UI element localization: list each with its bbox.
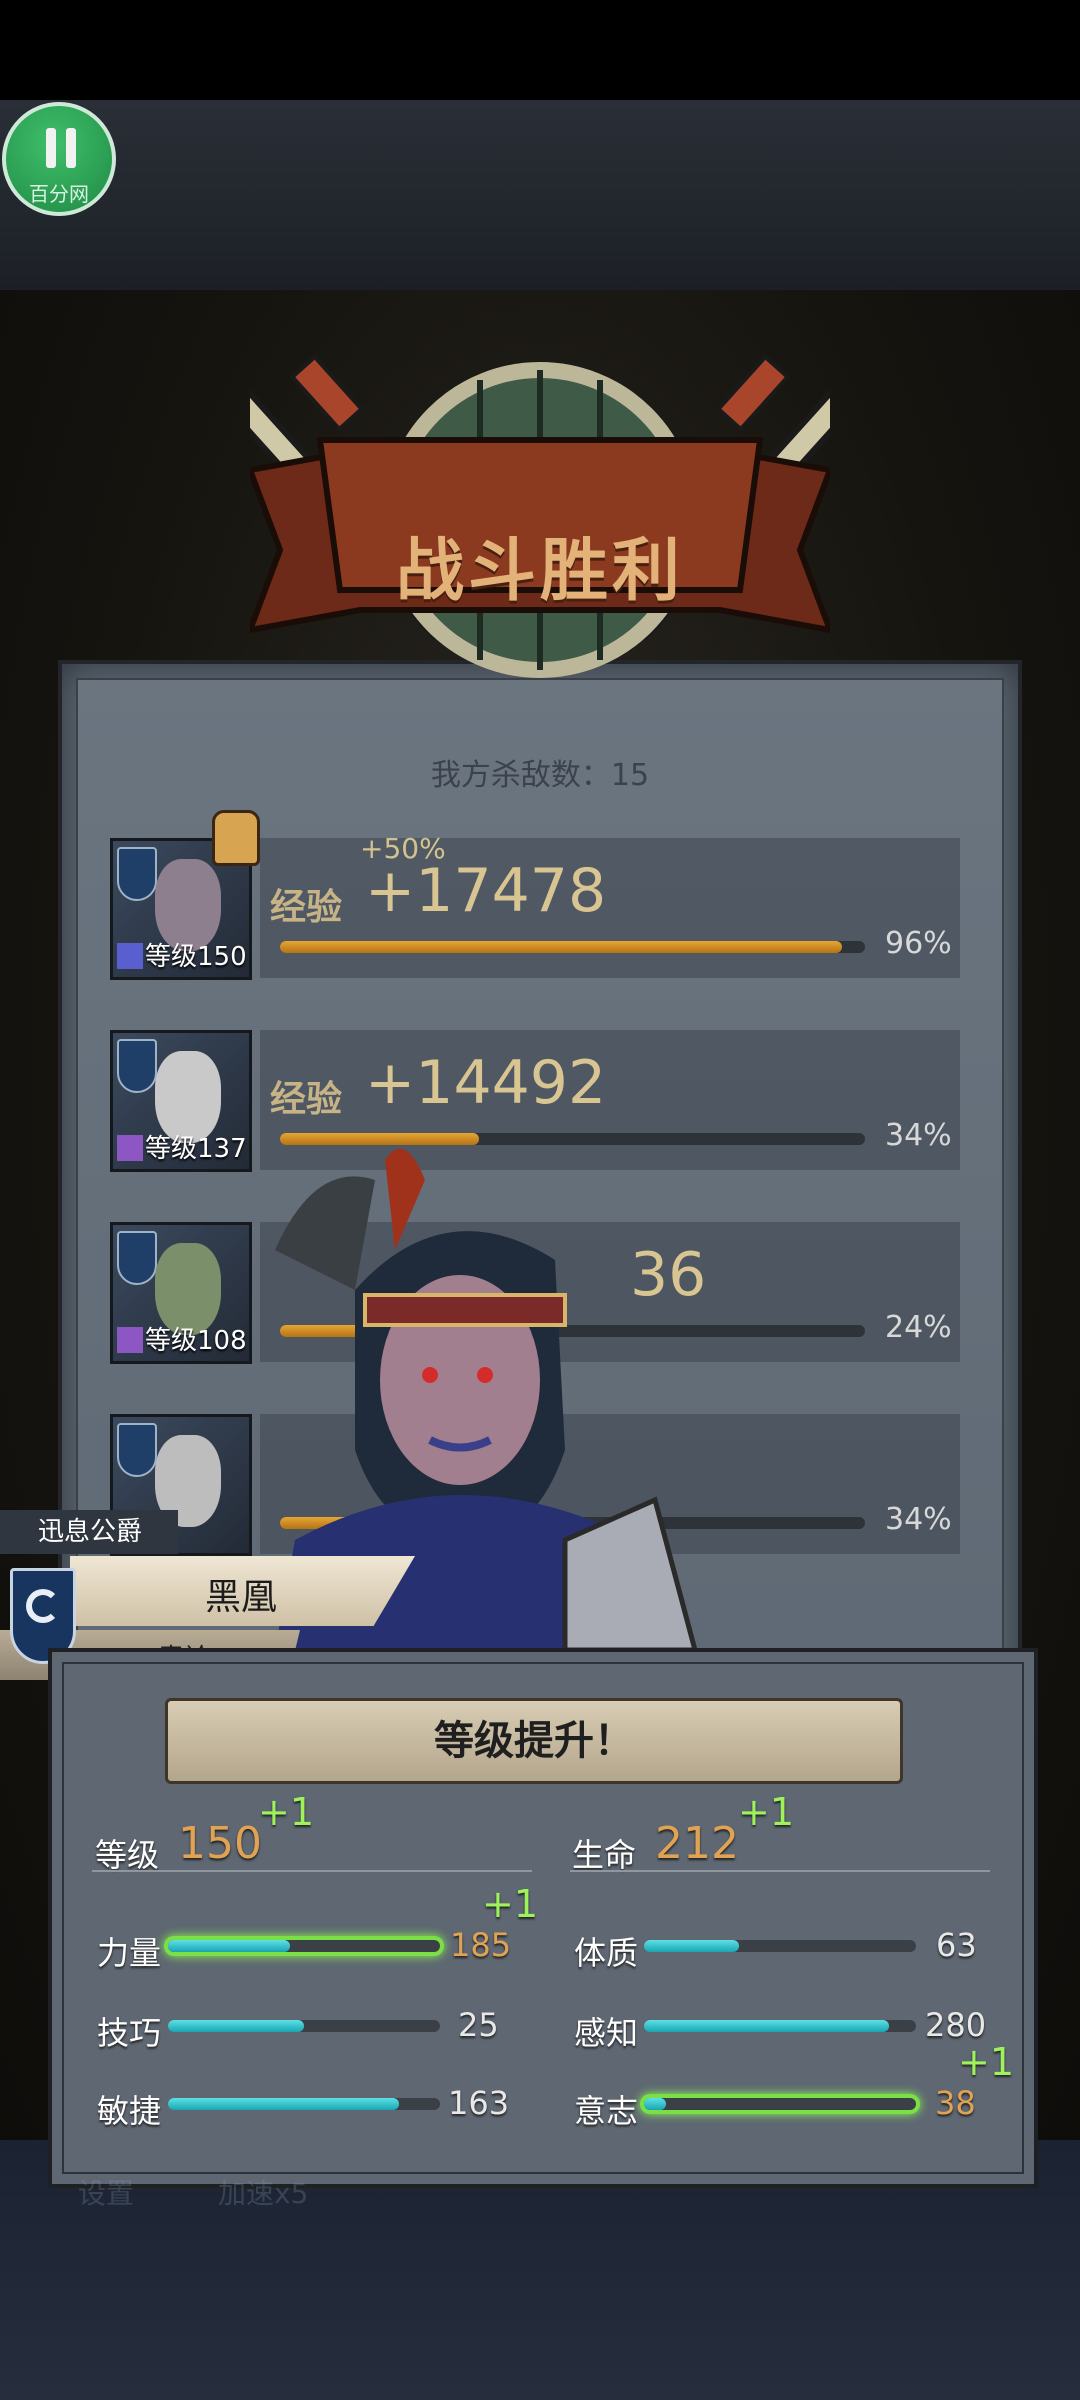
life-value: 212 xyxy=(655,1818,739,1869)
stat-bar-fill xyxy=(168,1940,291,1952)
stat-bar-fill xyxy=(168,2098,400,2110)
xp-bar-fill xyxy=(280,941,842,953)
xp-gain: +17478 xyxy=(365,856,607,926)
stat-label: 感知 xyxy=(574,2014,639,2052)
stat-delta: +1 xyxy=(958,2040,1015,2084)
class-shield-icon xyxy=(117,847,157,901)
status-bar xyxy=(0,0,1080,100)
xp-percent: 34% xyxy=(885,1502,952,1537)
stat-delta: +1 xyxy=(482,1882,539,1926)
levelup-heading: 等级提升！ xyxy=(165,1698,903,1784)
stat-label: 技巧 xyxy=(97,2014,162,2052)
stat-value: 163 xyxy=(448,2084,510,2122)
party-row: 等级150 +50% 经验 +17478 96% xyxy=(110,810,970,988)
weapon-icon xyxy=(117,943,143,969)
xp-percent: 34% xyxy=(885,1118,952,1153)
top-band xyxy=(0,100,1080,290)
stat-label: 体质 xyxy=(574,1934,639,1972)
divider xyxy=(92,1870,532,1872)
stat-bar xyxy=(168,2020,440,2032)
life-delta: +1 xyxy=(738,1790,795,1834)
hero-nameplate: 黑凰 xyxy=(70,1556,415,1626)
stat-bar xyxy=(644,2020,916,2032)
divider xyxy=(570,1870,990,1872)
stat-value: 280 xyxy=(925,2006,987,2044)
class-shield-icon xyxy=(117,1423,157,1477)
stat-value: 185 xyxy=(450,1926,512,1964)
stat-value: 25 xyxy=(458,2006,499,2044)
level-value: 150 xyxy=(178,1818,262,1869)
level-delta: +1 xyxy=(258,1790,315,1834)
xp-label: 经验 xyxy=(270,887,343,928)
stat-bar xyxy=(644,2098,916,2110)
stat-value: 63 xyxy=(936,1926,977,1964)
stat-label: 敏捷 xyxy=(97,2092,162,2130)
weapon-icon xyxy=(117,1135,143,1161)
stat-bar-fill xyxy=(644,2020,889,2032)
stat-bar xyxy=(168,2098,440,2110)
stat-bar xyxy=(168,1940,440,1952)
xp-percent: 24% xyxy=(885,1310,952,1345)
avatar: 等级108 xyxy=(110,1222,252,1364)
victory-title: 战斗胜利 xyxy=(395,532,684,611)
xp-gain: +14492 xyxy=(365,1048,607,1118)
stat-label: 意志 xyxy=(574,2092,639,2130)
xp-label: 经验 xyxy=(270,1079,343,1120)
watermark: 百分网 xyxy=(29,182,89,206)
pause-icon xyxy=(44,128,78,168)
bottom-menu-ghost: 设置 加速x5 xyxy=(0,2158,1080,2218)
thumbs-up-icon xyxy=(212,810,260,866)
speed-ghost-label: 加速x5 xyxy=(218,2177,309,2210)
class-shield-icon xyxy=(117,1039,157,1093)
kill-count: 我方杀敌数：15 xyxy=(430,758,650,793)
pause-button[interactable]: 百分网 xyxy=(2,102,116,216)
hero-name: 黑凰 xyxy=(205,1577,278,1618)
xp-bar xyxy=(280,941,865,953)
settings-ghost-label: 设置 xyxy=(78,2177,135,2210)
stat-bar-fill xyxy=(644,2098,666,2110)
stat-label: 力量 xyxy=(97,1934,162,1972)
stat-bar-fill xyxy=(168,2020,304,2032)
stat-bar-fill xyxy=(644,1940,740,1952)
hero-title: 迅息公爵 xyxy=(0,1510,178,1554)
xp-percent: 96% xyxy=(885,926,952,961)
weapon-icon xyxy=(117,1327,143,1353)
avatar: 等级137 xyxy=(110,1030,252,1172)
class-shield-icon xyxy=(117,1231,157,1285)
stat-value: 38 xyxy=(935,2084,976,2122)
stat-bar xyxy=(644,1940,916,1952)
